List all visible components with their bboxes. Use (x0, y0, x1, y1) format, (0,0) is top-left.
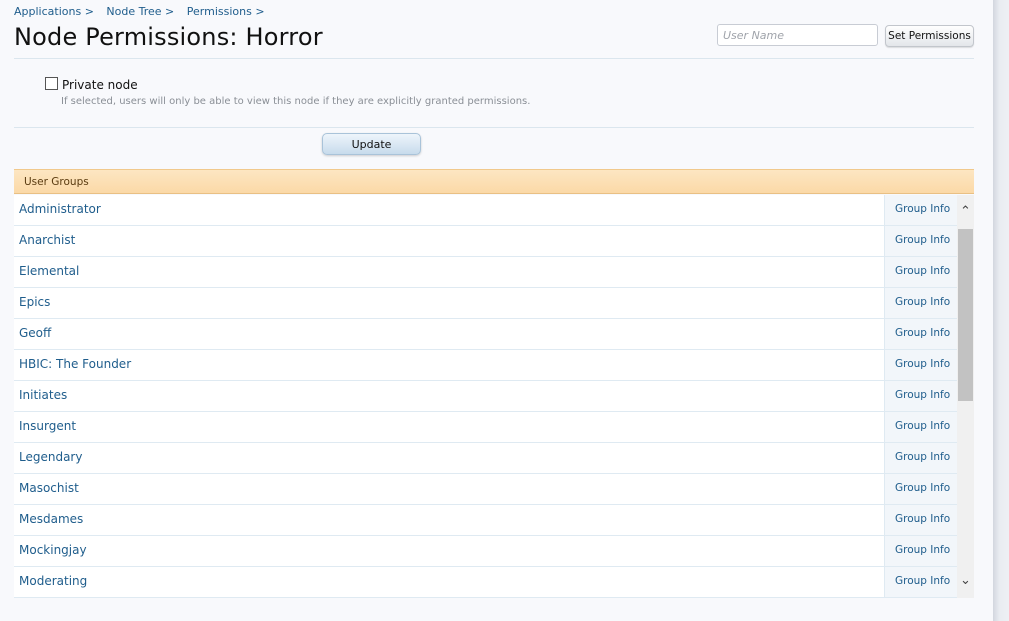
user-groups-header: User Groups (14, 169, 974, 194)
private-node-label[interactable]: Private node (62, 78, 138, 92)
user-group-row: Mockingjay Group Info (14, 536, 957, 567)
set-permissions-button[interactable]: Set Permissions (885, 25, 974, 47)
group-info-link[interactable]: Group Info (895, 296, 950, 308)
group-info-link[interactable]: Group Info (895, 389, 950, 401)
breadcrumb-separator: > (165, 5, 175, 18)
user-group-row: Anarchist Group Info (14, 226, 957, 257)
scrollbar[interactable]: ⌃ ⌄ (957, 195, 974, 598)
window-edge (993, 0, 1009, 621)
group-info-cell: Group Info (884, 319, 957, 349)
user-group-name-link[interactable]: Mockingjay (19, 543, 87, 557)
group-info-cell: Group Info (884, 567, 957, 597)
group-info-link[interactable]: Group Info (895, 513, 950, 525)
user-group-row: Initiates Group Info (14, 381, 957, 412)
group-info-link[interactable]: Group Info (895, 358, 950, 370)
private-node-checkbox[interactable] (45, 77, 58, 90)
group-info-link[interactable]: Group Info (895, 327, 950, 339)
user-name-input[interactable] (717, 24, 878, 46)
user-group-name-link[interactable]: Legendary (19, 450, 82, 464)
group-info-link[interactable]: Group Info (895, 482, 950, 494)
group-info-cell: Group Info (884, 474, 957, 504)
group-info-cell: Group Info (884, 288, 957, 318)
breadcrumb-label: Node Tree (106, 5, 162, 18)
user-group-name-link[interactable]: Mesdames (19, 512, 83, 526)
user-group-name-link[interactable]: HBIC: The Founder (19, 357, 131, 371)
group-info-link[interactable]: Group Info (895, 451, 950, 463)
user-group-row: Elemental Group Info (14, 257, 957, 288)
user-group-row: Masochist Group Info (14, 474, 957, 505)
group-info-cell: Group Info (884, 350, 957, 380)
user-group-row: Administrator Group Info (14, 195, 957, 226)
breadcrumb: Applications > Node Tree > Permissions > (14, 5, 274, 18)
user-group-row: Geoff Group Info (14, 319, 957, 350)
user-group-name-link[interactable]: Epics (19, 295, 50, 309)
chevron-up-icon[interactable]: ⌃ (957, 195, 974, 229)
user-group-name-link[interactable]: Elemental (19, 264, 79, 278)
chevron-down-icon[interactable]: ⌄ (957, 564, 974, 598)
breadcrumb-label: Applications (14, 5, 82, 18)
group-info-cell: Group Info (884, 536, 957, 566)
user-group-row: Epics Group Info (14, 288, 957, 319)
group-info-link[interactable]: Group Info (895, 234, 950, 246)
user-group-row: Legendary Group Info (14, 443, 957, 474)
update-button[interactable]: Update (322, 133, 421, 155)
user-group-name-link[interactable]: Geoff (19, 326, 51, 340)
private-node-hint: If selected, users will only be able to … (61, 96, 531, 107)
divider (14, 58, 974, 59)
group-info-cell: Group Info (884, 257, 957, 287)
user-groups-header-label: User Groups (24, 176, 89, 188)
user-group-row: HBIC: The Founder Group Info (14, 350, 957, 381)
user-group-name-link[interactable]: Administrator (19, 202, 101, 216)
breadcrumb-separator: > (255, 5, 265, 18)
user-group-name-link[interactable]: Anarchist (19, 233, 75, 247)
group-info-cell: Group Info (884, 226, 957, 256)
user-group-name-link[interactable]: Moderating (19, 574, 87, 588)
breadcrumb-node-tree[interactable]: Node Tree > (106, 5, 174, 18)
group-info-cell: Group Info (884, 443, 957, 473)
group-info-cell: Group Info (884, 195, 957, 225)
group-info-link[interactable]: Group Info (895, 575, 950, 587)
user-groups-list: Administrator Group Info Anarchist Group In… (14, 195, 957, 598)
group-info-link[interactable]: Group Info (895, 203, 950, 215)
user-group-name-link[interactable]: Initiates (19, 388, 67, 402)
group-info-link[interactable]: Group Info (895, 265, 950, 277)
user-group-name-link[interactable]: Insurgent (19, 419, 76, 433)
breadcrumb-permissions[interactable]: Permissions > (187, 5, 265, 18)
breadcrumb-applications[interactable]: Applications > (14, 5, 94, 18)
group-info-cell: Group Info (884, 505, 957, 535)
group-info-link[interactable]: Group Info (895, 420, 950, 432)
user-group-name-link[interactable]: Masochist (19, 481, 79, 495)
user-group-row: Insurgent Group Info (14, 412, 957, 443)
group-info-cell: Group Info (884, 412, 957, 442)
breadcrumb-label: Permissions (186, 5, 252, 18)
group-info-link[interactable]: Group Info (895, 544, 950, 556)
breadcrumb-separator: > (84, 5, 94, 18)
scrollbar-thumb[interactable] (958, 229, 973, 401)
page: Applications > Node Tree > Permissions >… (0, 0, 993, 621)
divider (14, 127, 974, 128)
group-info-cell: Group Info (884, 381, 957, 411)
page-title: Node Permissions: Horror (14, 23, 323, 51)
user-group-row: Mesdames Group Info (14, 505, 957, 536)
user-group-row: Moderating Group Info (14, 567, 957, 598)
